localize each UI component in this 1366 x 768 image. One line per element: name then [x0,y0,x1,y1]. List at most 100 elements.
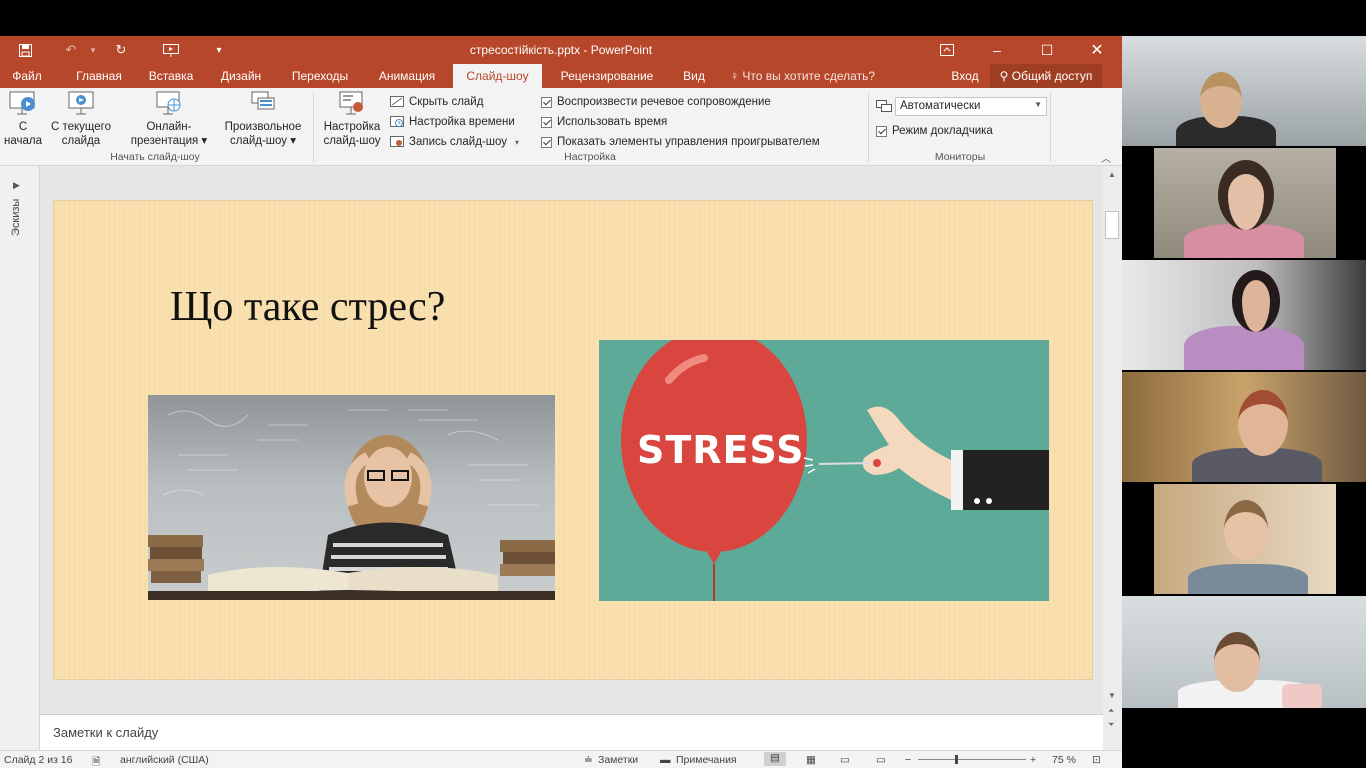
rehearse-timings-button[interactable]: Настройка времени [390,116,515,128]
present-online-button[interactable]: Онлайн- презентация ▾ [122,90,216,148]
editing-workspace: ▶ Эскизы Що таке стрес? STRESS ▲ ▼ ⏶ ⏷ З… [0,166,1122,750]
setup-slide-show-button[interactable]: Настройка слайд-шоу [318,90,386,148]
zoom-in-icon[interactable]: + [1030,754,1036,766]
monitor-select[interactable]: Автоматически ▼ [895,97,1047,116]
ribbon-display-options-icon[interactable] [924,36,970,64]
tab-file[interactable]: Файл [4,64,50,88]
tab-slide-show[interactable]: Слайд-шоу [453,64,542,88]
tab-design[interactable]: Дизайн [208,64,274,88]
minimize-icon[interactable]: – [974,36,1020,64]
share-button[interactable]: ⚲ Общий доступ [990,64,1102,88]
collapse-ribbon-icon[interactable]: ︿ [1101,150,1111,165]
fit-slide-icon[interactable]: ⊡ [1092,754,1101,766]
custom-slide-show-button[interactable]: Произвольное слайд-шоу ▾ [216,90,310,148]
use-timings-checkbox[interactable]: Использовать время [541,116,667,128]
from-current-line1: С текущего [50,121,111,133]
spell-check-icon[interactable]: 🗎 [92,754,100,768]
slide-counter: Слайд 2 из 16 [4,754,73,766]
setup-show-icon [339,91,363,115]
ribbon-separator [1050,92,1051,162]
participant-body [1188,564,1308,594]
tell-me-text: Что вы хотите сделать? [742,69,875,83]
normal-view-icon[interactable]: ▤ [764,752,786,766]
tell-me-search[interactable]: ♀︎ Что вы хотите сделать? [730,64,890,88]
tab-transitions[interactable]: Переходы [280,64,360,88]
present-online-line1: Онлайн- [146,121,192,133]
maximize-icon[interactable]: ☐ [1024,36,1070,64]
next-slide-icon[interactable]: ⏷ [1108,720,1114,730]
zoom-slider[interactable] [918,759,1026,760]
custom-show-icon [251,91,275,110]
present-online-icon [156,91,181,115]
participant-face [1200,72,1242,128]
zoom-level[interactable]: 75 % [1052,754,1076,766]
sign-in-link[interactable]: Вход [944,64,986,88]
mug [1282,684,1322,708]
language-indicator[interactable]: английский (США) [120,754,209,766]
hide-slide-icon [390,96,404,107]
comments-toggle[interactable]: Примечания [676,754,737,766]
zoom-slider-thumb[interactable] [955,755,958,764]
participant-video-5[interactable] [1122,484,1366,594]
custom-show-line1: Произвольное [224,121,302,133]
presenter-view-checkbox[interactable]: Режим докладчика [876,125,993,137]
slide-title[interactable]: Що таке стрес? [170,283,445,331]
current-slide-icon [68,91,94,115]
record-slide-show-button[interactable]: Запись слайд-шоу ▾ [390,136,519,148]
hide-slide-button[interactable]: Скрыть слайд [390,96,483,108]
tab-view[interactable]: Вид [672,64,716,88]
from-current-slide-button[interactable]: С текущего слайда [46,90,116,148]
from-beginning-line1: С [18,121,28,133]
checkbox-checked-icon [876,125,887,137]
rehearse-timings-label: Настройка времени [409,116,515,128]
show-media-controls-label: Показать элементы управления проигрывате… [557,136,820,148]
close-icon[interactable]: ✕ [1074,36,1120,64]
tab-insert[interactable]: Вставка [138,64,204,88]
from-current-line2: слайда [61,135,101,147]
ribbon-slide-show: С начала С текущего слайда Онлайн- презе… [0,88,1122,166]
slide-canvas[interactable]: Що таке стрес? STRESS [53,200,1093,680]
slide-sorter-icon[interactable]: ▦ [806,754,816,766]
scroll-up-icon[interactable]: ▲ [1108,170,1116,179]
setup-show-line1: Настройка [323,121,381,133]
expand-thumbnails-icon[interactable]: ▶ [13,180,20,191]
zoom-out-icon[interactable]: − [905,754,911,766]
participant-video-4[interactable] [1122,372,1366,482]
tab-review[interactable]: Рецензирование [548,64,666,88]
play-narrations-checkbox[interactable]: Воспроизвести речевое сопровождение [541,96,771,108]
scroll-down-icon[interactable]: ▼ [1108,691,1116,700]
group-label-setup: Настройка [564,151,616,163]
from-beginning-button[interactable]: С начала [2,90,44,148]
from-beginning-line2: начала [4,135,42,147]
notes-pane[interactable]: Заметки к слайду [40,714,1103,750]
slide-show-view-icon[interactable]: ▭ [876,754,886,766]
ribbon-tabs: Файл Главная Вставка Дизайн Переходы Ани… [0,64,1122,88]
participant-face [1214,632,1260,692]
participant-video-6[interactable] [1122,596,1366,708]
participant-face [1232,270,1280,332]
stressed-student-image[interactable] [148,395,555,600]
tab-home[interactable]: Главная [64,64,134,88]
balloon-text: STRESS [637,428,805,472]
reading-view-icon[interactable]: ▭ [840,754,850,766]
notes-toggle[interactable]: Заметки [598,754,638,766]
previous-slide-icon[interactable]: ⏶ [1108,706,1114,716]
vertical-scrollbar[interactable]: ▲ ▼ ⏶ ⏷ [1103,166,1122,750]
comments-icon: ▬ [660,754,671,766]
person-icon: ⚲ [999,69,1009,83]
tab-animations[interactable]: Анимация [366,64,448,88]
use-timings-label: Использовать время [557,116,668,128]
thumbnails-pane[interactable]: ▶ Эскизы [0,166,40,750]
stress-balloon-image[interactable]: STRESS [599,340,1049,601]
presenter-view-label: Режим докладчика [892,125,993,137]
record-show-label: Запись слайд-шоу [409,136,507,148]
participant-video-3[interactable] [1122,260,1366,370]
record-dropdown-icon[interactable]: ▾ [515,138,519,147]
show-media-controls-checkbox[interactable]: Показать элементы управления проигрывате… [541,136,820,148]
rehearse-timings-icon [390,116,404,127]
participant-face [1238,390,1288,456]
scrollbar-thumb[interactable] [1105,211,1119,239]
participant-video-2[interactable] [1122,148,1366,258]
participant-video-1[interactable] [1122,36,1366,146]
thumbnails-label: Эскизы [10,198,22,236]
